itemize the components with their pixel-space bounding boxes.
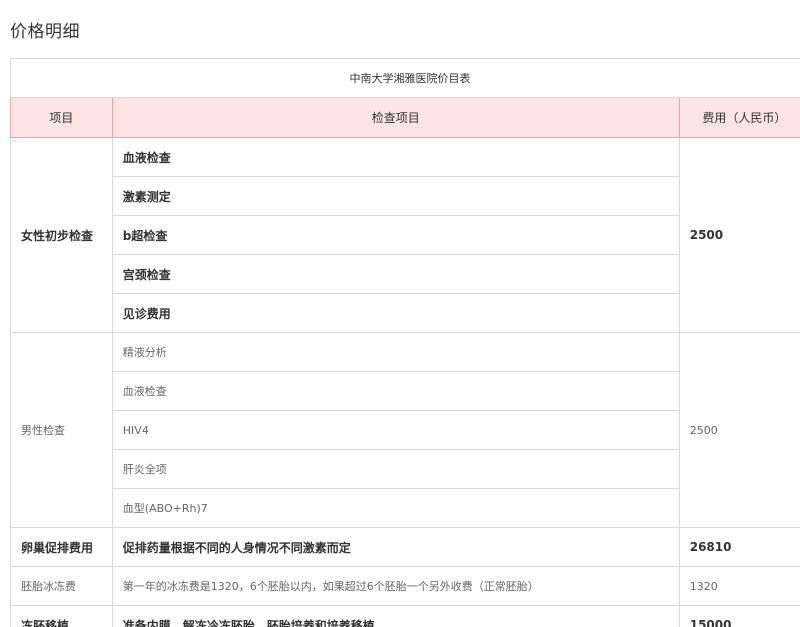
group-name-male: 男性检查: [10, 332, 113, 528]
row-item: 胚胎冰冻费: [10, 566, 113, 606]
check-item: 血液检查: [111, 371, 680, 411]
table-row: 冻胚移植 准备内膜，解冻冷冻胚胎，胚胎培养和培养移植 15000: [10, 605, 800, 627]
table-row: 卵巢促排费用 促排药量根据不同的人身情况不同激素而定 26810: [10, 527, 800, 567]
check-item: 见诊费用: [111, 293, 680, 333]
table-header-row: 项目 检查项目 费用（人民币）: [10, 97, 800, 138]
group-fee-male: 2500: [678, 332, 800, 528]
row-item: 冻胚移植: [10, 605, 113, 627]
page: 价格明细 中南大学湘雅医院价目表 项目 检查项目 费用（人民币） 女性初步检查 …: [0, 0, 800, 627]
table-row: 男性检查 精液分析 2500: [10, 332, 800, 528]
row-check: 准备内膜，解冻冷冻胚胎，胚胎培养和培养移植: [111, 605, 680, 627]
group-name-female: 女性初步检查: [10, 137, 113, 333]
page-title: 价格明细: [10, 22, 80, 42]
price-table: 中南大学湘雅医院价目表 项目 检查项目 费用（人民币） 女性初步检查 血液检查 …: [10, 58, 800, 627]
row-item: 卵巢促排费用: [10, 527, 113, 567]
row-check: 促排药量根据不同的人身情况不同激素而定: [111, 527, 680, 567]
check-item: 血液检查: [111, 137, 680, 177]
table-row: 女性初步检查 血液检查 2500: [10, 137, 800, 333]
row-fee: 15000: [678, 605, 800, 627]
check-item: 血型(ABO+Rh)7: [111, 488, 680, 528]
table-caption-row: 中南大学湘雅医院价目表: [10, 58, 800, 98]
check-item: b超检查: [111, 215, 680, 255]
check-item: 精液分析: [111, 332, 680, 372]
check-item: 宫颈检查: [111, 254, 680, 294]
row-fee: 26810: [678, 527, 800, 567]
header-check: 检查项目: [111, 97, 680, 138]
header-item: 项目: [10, 97, 113, 138]
check-item: 肝炎全项: [111, 449, 680, 489]
table-caption: 中南大学湘雅医院价目表: [10, 58, 800, 98]
group-fee-female: 2500: [678, 137, 800, 333]
row-fee: 1320: [678, 566, 800, 606]
check-item: HIV4: [111, 410, 680, 450]
table-row: 胚胎冰冻费 第一年的冰冻费是1320，6个胚胎以内，如果超过6个胚胎一个另外收费…: [10, 566, 800, 606]
row-check: 第一年的冰冻费是1320，6个胚胎以内，如果超过6个胚胎一个另外收费（正常胚胎）: [111, 566, 680, 606]
header-fee: 费用（人民币）: [678, 97, 800, 138]
check-item: 激素测定: [111, 176, 680, 216]
